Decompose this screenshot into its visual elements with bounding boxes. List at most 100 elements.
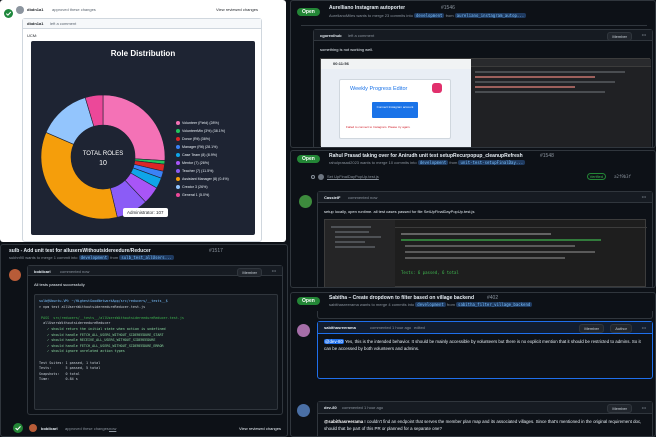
commenter-name[interactable]: bobilcarl	[34, 269, 51, 274]
legend-item[interactable]: Mentor (7) (26%)	[176, 159, 254, 167]
member-badge: Member	[607, 404, 632, 413]
comment-header: CassieIF commented now •••	[318, 192, 652, 203]
user-mention[interactable]: @sabithasreerama	[324, 419, 363, 424]
test-result-text: Tests: 6 passed, 6 total	[401, 270, 459, 275]
commenter-name[interactable]: cgorexihub	[320, 33, 342, 38]
app-canvas: Weekly Progress Editor Connect Instagram…	[321, 69, 471, 147]
member-badge: Member	[579, 324, 604, 333]
pr-number: #1548	[540, 153, 554, 159]
avatar	[9, 269, 21, 281]
legend-item[interactable]: General 1 (5.0%)	[176, 191, 254, 199]
previous-comment-tail	[317, 311, 653, 319]
verified-badge[interactable]: Verified	[586, 173, 606, 180]
head-branch[interactable]: sulb_test_allUsers...	[119, 255, 174, 260]
comment-time: commented 1 hour ago	[342, 405, 384, 410]
role-distribution-chart: Role Distribution TOTAL ROLES 10 Volunte…	[31, 41, 255, 235]
comment-header: cgorexihub left a comment Member •••	[314, 30, 652, 41]
commenter-name[interactable]: CassieIF	[324, 195, 340, 200]
approve-time: now	[109, 426, 117, 431]
comment-menu-icon[interactable]: •••	[642, 405, 646, 410]
explorer-line	[335, 241, 365, 243]
approver-name[interactable]: bobilcarl	[41, 426, 58, 431]
legend-swatch	[176, 145, 180, 149]
comment-header: sabithasreerama commented 1 hour ago edi…	[318, 322, 652, 334]
view-reviewed-changes-link[interactable]: View reviewed changes	[216, 7, 258, 12]
editor-card: Weekly Progress Editor Connect Instagram…	[339, 79, 451, 139]
user-mention[interactable]: @dev-80	[324, 339, 344, 344]
pr-title[interactable]: Rahul Prasad taking over for Anirudh uni…	[329, 153, 523, 159]
embedded-screenshot: 00:11:56 Weekly Progress Editor Connect …	[320, 58, 651, 147]
pr-title[interactable]: sulb - Add unit test for allusersWithout…	[9, 248, 151, 254]
legend-swatch	[176, 129, 180, 133]
base-branch[interactable]: development	[417, 160, 449, 165]
from-text: from	[446, 302, 455, 307]
screenshot-collage: dbdn1a1 approved these changes View revi…	[0, 0, 656, 437]
comment-body: UCM:	[27, 33, 38, 38]
approve-action: approved these changes	[65, 426, 109, 431]
base-branch[interactable]: development	[413, 13, 445, 18]
view-reviewed-changes-link[interactable]: View reviewed changes	[239, 426, 281, 431]
comment-menu-icon[interactable]: •••	[642, 32, 646, 37]
chart-legend: Volunteer (Field) (28%) VolunteerMin (3%)…	[176, 119, 254, 199]
comment-box: bobilcarl commented now Member ••• All t…	[27, 265, 283, 415]
legend-item[interactable]: Creator 3 (26%)	[176, 183, 254, 191]
legend-label: Volunteer (Field) (28%)	[182, 121, 219, 125]
console-line	[475, 81, 615, 83]
head-branch[interactable]: aureliano_instagram_autop...	[454, 13, 527, 18]
embedded-vscode-screenshot: Tests: 6 passed, 6 total	[324, 219, 647, 287]
pr-number: #1517	[209, 248, 223, 254]
head-branch[interactable]: sabitha_filter_village_backend	[456, 302, 533, 307]
app-timer: 00:11:56	[333, 61, 349, 66]
pr-review-panel-chart: dbdn1a1 approved these changes View revi…	[0, 0, 286, 242]
pr-panel-village-filter: Open Sabitha – Create dropdown to filter…	[290, 292, 656, 437]
head-branch[interactable]: unit-test-setupFinalDay...	[458, 160, 526, 165]
open-status-badge: Open	[297, 155, 320, 163]
legend-item[interactable]: Case Team (8) (8.9%)	[176, 151, 254, 159]
legend-item[interactable]: Assistant Manager (8) (0.4%)	[176, 175, 254, 183]
terminal-line	[405, 257, 565, 259]
legend-item[interactable]: Teacher (7) (11.5%)	[176, 167, 254, 175]
comment-body: @dev-80 Yes, this is the intended behavi…	[324, 338, 646, 352]
connect-instagram-button[interactable]: Connect Instagram account	[372, 102, 418, 118]
comment-box: cgorexihub left a comment Member ••• som…	[313, 29, 653, 147]
explorer-line	[335, 246, 375, 248]
base-branch[interactable]: development	[78, 255, 110, 260]
comment-body: @sabithasreerama I couldn't find an endp…	[324, 418, 646, 432]
console-line	[475, 86, 575, 88]
review-comment-box: dbdn1a1 left a comment UCM: Role Distrib…	[22, 18, 262, 242]
legend-label: Mentor (7) (26%)	[182, 161, 210, 165]
edited-indicator[interactable]: edited	[414, 325, 425, 330]
comment-menu-icon[interactable]: •••	[272, 268, 276, 273]
commit-sha[interactable]: a2f9b3f	[614, 174, 631, 179]
comment-menu-icon[interactable]: •••	[642, 194, 646, 199]
comment-menu-icon[interactable]: •••	[642, 325, 646, 330]
pr-panel-reducer-test: sulb - Add unit test for allusersWithout…	[0, 244, 288, 437]
pr-number: #1546	[441, 5, 455, 11]
pr-title[interactable]: Aurelliano Instagram autoporter	[329, 5, 405, 11]
pr-subtitle: sabithasreerama wants to merge 4 commits…	[329, 302, 533, 307]
review-actor[interactable]: dbdn1a1	[27, 7, 43, 12]
base-branch[interactable]: development	[415, 302, 446, 307]
legend-item[interactable]: Donor (Rtl) (36%)	[176, 135, 254, 143]
legend-item[interactable]: VolunteerMin (3%) (38.1%)	[176, 127, 254, 135]
chart-tooltip: Administrator: 107	[123, 208, 168, 217]
legend-label: Case Team (8) (8.9%)	[182, 153, 218, 157]
legend-item[interactable]: Volunteer (Field) (28%)	[176, 119, 254, 127]
legend-item[interactable]: Manager (Rtl) (28.1%)	[176, 143, 254, 151]
review-action: approved these changes	[52, 7, 96, 12]
app-error: Failed to connect to Instagram. Please t…	[346, 125, 411, 129]
from-text: from	[445, 13, 454, 18]
pr-title[interactable]: Sabitha – Create dropdown to filter base…	[329, 295, 474, 301]
legend-label: VolunteerMin (3%) (38.1%)	[182, 129, 226, 133]
commenter-name[interactable]: dev-80	[324, 405, 337, 410]
explorer-line	[335, 231, 369, 233]
legend-label: Assistant Manager (8) (0.4%)	[182, 177, 229, 181]
commenter-name[interactable]: dbdn1a1	[27, 21, 43, 26]
divider	[301, 25, 647, 26]
legend-label: Teacher (7) (11.5%)	[182, 169, 214, 173]
commit-message[interactable]: Set UpFinalDayPopUp.test.js	[327, 174, 379, 179]
comment-header: dbdn1a1 left a comment	[23, 19, 261, 29]
avatar	[299, 195, 312, 208]
legend-label: Creator 3 (26%)	[182, 185, 208, 189]
commenter-name[interactable]: sabithasreerama	[324, 325, 356, 330]
